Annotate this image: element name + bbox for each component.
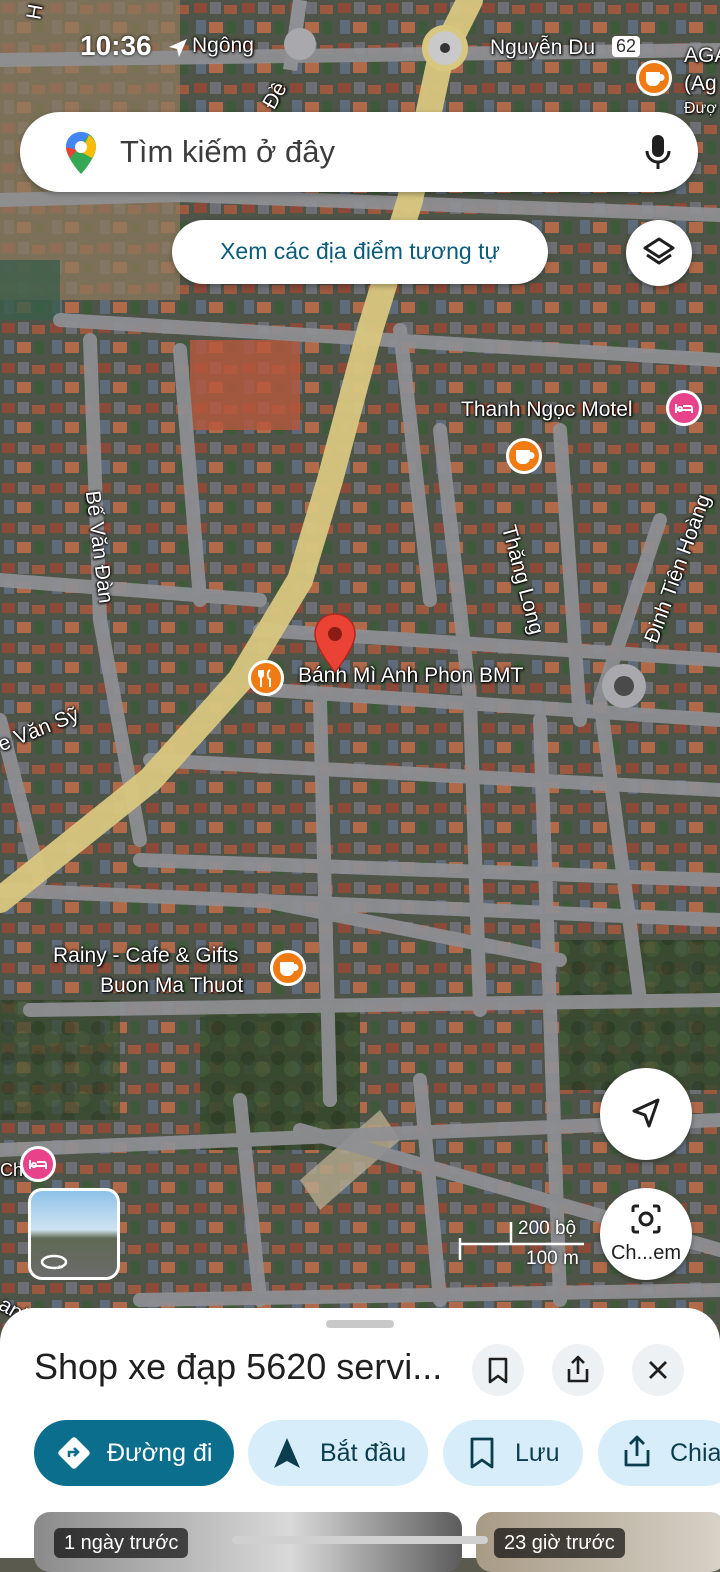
share-icon bbox=[624, 1435, 650, 1467]
maps-logo-icon bbox=[66, 132, 96, 174]
close-icon bbox=[649, 1361, 667, 1379]
restaurant-poi-icon[interactable] bbox=[248, 660, 284, 696]
rotate-360-icon bbox=[40, 1254, 68, 1270]
location-arrow-icon bbox=[169, 39, 187, 57]
cafe-poi-icon[interactable] bbox=[506, 438, 542, 474]
share-label: Chia bbox=[670, 1439, 720, 1467]
street-view-thumbnail[interactable] bbox=[28, 1188, 120, 1280]
save-place-button[interactable] bbox=[472, 1344, 524, 1396]
poi-label-ag: (Ag bbox=[684, 72, 717, 95]
lens-label: Ch...em bbox=[610, 1242, 682, 1264]
scale-bar bbox=[458, 1222, 584, 1260]
selected-location-pin-icon[interactable] bbox=[313, 612, 357, 674]
poi-label-aga: AGA bbox=[684, 44, 720, 67]
place-label-cafe-line2[interactable]: Buon Ma Thuot bbox=[100, 974, 243, 998]
street-label-ngong: Ngông bbox=[192, 34, 254, 57]
camera-lens-icon bbox=[631, 1204, 661, 1234]
lens-search-button[interactable]: Ch...em bbox=[600, 1188, 692, 1280]
hotel-poi-icon[interactable] bbox=[20, 1146, 56, 1182]
directions-label: Đường đi bbox=[107, 1439, 213, 1467]
directions-icon bbox=[58, 1437, 90, 1469]
search-bar[interactable]: Tìm kiếm ở đây bbox=[20, 112, 698, 192]
share-icon bbox=[567, 1355, 589, 1383]
search-input[interactable]: Tìm kiếm ở đây bbox=[120, 134, 335, 170]
hotel-poi-icon[interactable] bbox=[666, 390, 702, 426]
place-details-sheet[interactable]: Shop xe đạp 5620 servi... Đường đi Bắt đ… bbox=[0, 1308, 720, 1572]
place-label-motel[interactable]: Thanh Ngọc Motel bbox=[461, 398, 633, 422]
navigation-arrow-icon bbox=[632, 1098, 660, 1128]
view-similar-places-label: Xem các địa điểm tương tự bbox=[220, 238, 500, 264]
route-badge: 62 bbox=[612, 36, 641, 57]
photo-age-label: 23 giờ trước bbox=[494, 1528, 625, 1558]
home-indicator bbox=[232, 1536, 488, 1544]
navigation-icon bbox=[274, 1438, 300, 1468]
microphone-icon[interactable] bbox=[643, 132, 673, 172]
view-similar-places-button[interactable]: Xem các địa điểm tương tự bbox=[172, 220, 548, 284]
map-scale: 200 bộ 100 m bbox=[456, 1216, 584, 1270]
start-navigation-button[interactable]: Bắt đầu bbox=[248, 1420, 428, 1486]
layers-icon bbox=[643, 237, 675, 265]
street-label-nguyen-du: Nguyễn Du bbox=[490, 36, 596, 59]
photo-age-label: 1 ngày trước bbox=[54, 1528, 189, 1558]
directions-button[interactable]: Đường đi bbox=[34, 1420, 234, 1486]
photo-thumbnail[interactable]: 23 giờ trước bbox=[476, 1512, 720, 1572]
save-button[interactable]: Lưu bbox=[443, 1420, 583, 1486]
share-button[interactable]: Chia bbox=[598, 1420, 720, 1486]
cafe-poi-icon[interactable] bbox=[270, 950, 306, 986]
place-label-cafe-line1[interactable]: Rainy - Cafe & Gifts bbox=[53, 944, 239, 968]
sheet-drag-handle[interactable] bbox=[326, 1320, 394, 1328]
share-place-button[interactable] bbox=[552, 1344, 604, 1396]
save-label: Lưu bbox=[515, 1439, 560, 1467]
place-title: Shop xe đạp 5620 servi... bbox=[34, 1346, 443, 1387]
map-layers-button[interactable] bbox=[626, 220, 692, 286]
bookmark-icon bbox=[488, 1357, 508, 1384]
poi-label-duo: Đượ bbox=[684, 100, 717, 117]
status-bar-time: 10:36 bbox=[80, 30, 152, 61]
start-label: Bắt đầu bbox=[320, 1439, 407, 1467]
my-location-button[interactable] bbox=[600, 1068, 692, 1160]
bookmark-icon bbox=[470, 1437, 494, 1469]
close-button[interactable] bbox=[632, 1344, 684, 1396]
cafe-poi-icon[interactable] bbox=[636, 60, 672, 96]
